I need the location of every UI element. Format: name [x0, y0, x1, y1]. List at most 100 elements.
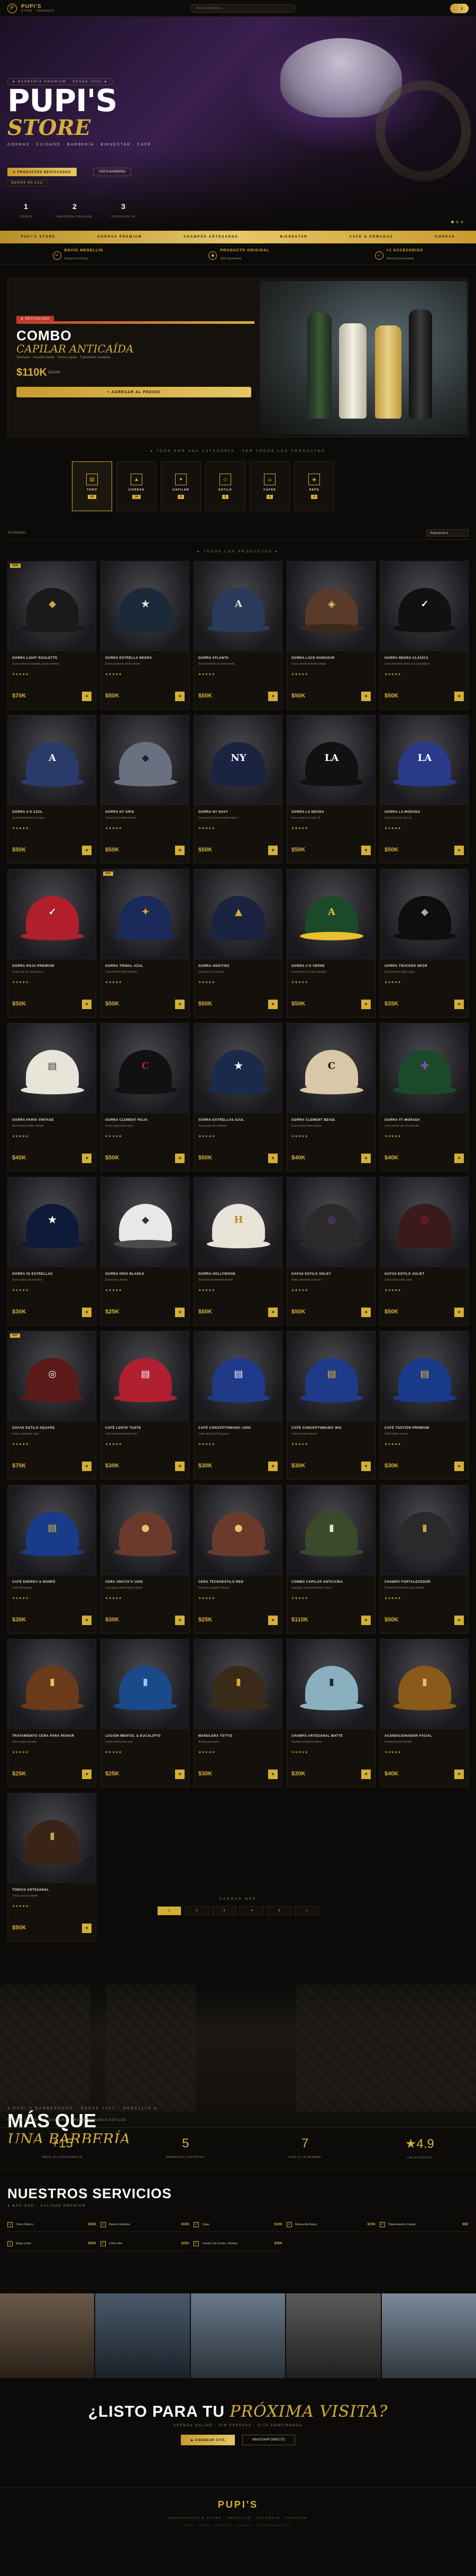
product-card[interactable]: ✓ GORRA ROJA PREMIUM Gorra roja con logo… — [7, 869, 96, 1018]
product-card[interactable]: H GORRA HOLLYWOOD Gorra blanca bordado d… — [194, 1177, 282, 1326]
footer-links[interactable]: Inicio · Tienda · Servicios · Contacto ·… — [0, 2524, 476, 2527]
product-name[interactable]: GORRA A'S AZUL — [12, 811, 43, 814]
carousel-dot[interactable] — [451, 221, 454, 223]
add-to-cart-button[interactable]: + — [361, 1462, 371, 1471]
gallery-image[interactable] — [381, 2293, 476, 2378]
product-name[interactable]: COMBO CAPILAR ANTICAÍDA — [291, 1581, 343, 1584]
product-card[interactable]: C GORRA CLEMENT BEIGE Gorra beige letras… — [287, 1023, 376, 1172]
product-image[interactable]: ▮ — [287, 1485, 375, 1575]
product-card[interactable]: ◎ HOT GAFAS ESTILO SQUARE Gafas cuadrada… — [7, 1331, 96, 1480]
add-to-cart-button[interactable]: + — [175, 1000, 185, 1009]
add-to-cart-button[interactable]: + — [82, 1154, 91, 1163]
product-image[interactable]: ◆ — [101, 1177, 189, 1267]
add-to-cart-button[interactable]: + — [454, 1462, 464, 1471]
nav-item[interactable]: CAFÉ & POMADAS — [350, 235, 393, 239]
product-image[interactable]: ◎ — [287, 1177, 375, 1267]
product-image[interactable]: ▤ — [194, 1331, 282, 1421]
product-image[interactable]: ▮ — [380, 1639, 468, 1729]
product-name[interactable]: GORRA ESTRELLA NEGRA — [105, 657, 152, 660]
add-to-cart-button[interactable]: + — [361, 846, 371, 855]
product-image[interactable]: ✚ — [380, 1023, 468, 1113]
add-to-cart-button[interactable]: + — [175, 1154, 185, 1163]
page-next-button[interactable]: » — [295, 1906, 319, 1916]
product-image[interactable]: ◎ — [380, 1177, 468, 1267]
add-to-cart-button[interactable]: + — [454, 1616, 464, 1625]
product-card[interactable]: ◈ GORRA LACE HANGOUR Gorra edición limit… — [287, 561, 376, 710]
add-to-cart-button[interactable]: + — [454, 692, 464, 701]
add-to-cart-button[interactable]: + — [454, 1770, 464, 1779]
product-image[interactable]: ★ — [8, 1177, 96, 1267]
product-image[interactable]: ◆ — [380, 869, 468, 959]
product-name[interactable]: ACONDICIONADOR FACIAL — [385, 1735, 432, 1738]
add-to-cart-button[interactable]: + — [82, 1462, 91, 1471]
product-image[interactable]: ▤ — [287, 1331, 375, 1421]
product-card[interactable]: ▤ CAFÉ CONCEPTOMANIC 100G Café especial … — [194, 1331, 282, 1480]
nav-item[interactable]: GORRAS — [435, 235, 455, 239]
product-card[interactable]: ◆ GORRA NY GRIS Gorra gris bordado front… — [100, 715, 189, 864]
product-card[interactable]: ▮ LOCIÓN MENTOL & EUCALIPTO Loción refre… — [100, 1639, 189, 1788]
product-card[interactable]: ▤ CAFÉ ENERGY & MANPE Café energizante ★… — [7, 1485, 96, 1634]
product-image[interactable]: ◎ — [8, 1331, 96, 1421]
product-card[interactable]: ▮ COMBO CAPILAR ANTICAÍDA Shampoo, acond… — [287, 1485, 376, 1634]
add-to-cart-button[interactable]: + — [268, 1462, 278, 1471]
product-image[interactable]: ▮ — [101, 1639, 189, 1729]
add-to-cart-button[interactable]: + — [175, 692, 185, 701]
add-to-cart-button[interactable]: + — [175, 1770, 185, 1779]
product-card[interactable]: ★ GORRA 50 ESTRELLAS Gorra negra con est… — [7, 1177, 96, 1326]
product-name[interactable]: CERA TECNOESTILO RED — [198, 1581, 243, 1584]
add-to-cart-button[interactable]: + — [82, 1924, 91, 1933]
product-card[interactable]: A GORRA ATLANTA Gorra bordada con logo f… — [194, 561, 282, 710]
add-to-cart-button[interactable]: + — [82, 1000, 91, 1009]
brand-logo[interactable]: P — [7, 3, 17, 13]
product-card[interactable]: A GORRA A'S AZUL Gorra béisbol azul con … — [7, 715, 96, 864]
gallery-image[interactable] — [286, 2293, 381, 2378]
product-card[interactable]: NY GORRA NY NAVY Gorra azul oscuro borda… — [194, 715, 282, 864]
whatsapp-button[interactable]: WHATSAPP DIRECTO — [242, 2435, 295, 2445]
brand-name[interactable]: PUPI'S STORE · BARBERÍA — [21, 3, 54, 14]
page-button[interactable]: 1 — [157, 1906, 181, 1916]
product-name[interactable]: GORRA LA NEGRA — [291, 811, 324, 814]
add-to-cart-button[interactable]: + — [268, 692, 278, 701]
visit-barber-button[interactable]: VISITA BARBERÍA — [93, 168, 132, 176]
product-name[interactable]: GORRA ROJA PREMIUM — [12, 965, 54, 968]
book-appointment-button[interactable]: ◆ AGENDAR CITA — [181, 2435, 235, 2445]
product-image[interactable]: C — [101, 1023, 189, 1113]
product-image[interactable]: LA — [287, 715, 375, 805]
product-name[interactable]: GORRA NEGRA CLÁSICA — [385, 657, 428, 660]
product-name[interactable]: LOCIÓN MENTOL & EUCALIPTO — [105, 1735, 161, 1738]
product-name[interactable]: GORRA NY NAVY — [198, 811, 228, 814]
add-to-cart-button[interactable]: + — [361, 1308, 371, 1317]
category-estilo[interactable]: ◇ ESTILO 5 — [205, 461, 245, 511]
product-card[interactable]: LA GORRA LA NEGRA Gorra negra con logo L… — [287, 715, 376, 864]
product-card[interactable]: ▤ CAFÉ CONCEPTOMANIC MIX Café mezcla esp… — [287, 1331, 376, 1480]
product-name[interactable]: CERA ARKTIX'S 100G — [105, 1581, 143, 1584]
product-name[interactable]: GORRA LACE HANGOUR — [291, 657, 335, 660]
product-name[interactable]: CAFÉ CONCEPTOMANIC MIX — [291, 1427, 342, 1430]
service-item[interactable]: ✂ Mascarilla Negra $15K — [287, 2217, 376, 2232]
product-image[interactable]: ▮ — [194, 1639, 282, 1729]
add-to-cart-button[interactable]: + — [268, 846, 278, 855]
gallery-image[interactable] — [0, 2293, 95, 2378]
combo-add-button[interactable]: + AGREGAR AL PEDIDO — [16, 387, 251, 397]
product-card[interactable]: ✓ GORRA NEGRA CLÁSICA Gorra deportiva ne… — [380, 561, 469, 710]
product-image[interactable]: C — [287, 1023, 375, 1113]
product-name[interactable]: GORRA LIGHT ROULETTE — [12, 657, 58, 660]
product-name[interactable]: GORRA LA MORADA — [385, 811, 420, 814]
carousel-dot[interactable] — [461, 221, 463, 223]
product-image[interactable]: ▮ — [8, 1639, 96, 1729]
product-name[interactable]: GORRA HOLLYWOOD — [198, 1273, 235, 1276]
add-to-cart-button[interactable]: + — [361, 1154, 371, 1163]
product-image[interactable]: ▤ — [8, 1485, 96, 1575]
add-to-cart-button[interactable]: + — [454, 846, 464, 855]
product-image[interactable]: ▤ — [380, 1331, 468, 1421]
add-to-cart-button[interactable]: + — [82, 846, 91, 855]
product-card[interactable]: ▤ CAFÉ LENTO TOSTE Café gourmet tostado … — [100, 1331, 189, 1480]
cart-button[interactable]: 🛒 0 — [450, 4, 469, 13]
product-image[interactable]: ◆ — [101, 715, 189, 805]
product-name[interactable]: GORRA 50 ESTRELLAS — [12, 1273, 53, 1276]
featured-products-button[interactable]: ★ PRODUCTOS DESTACADOS — [7, 168, 77, 176]
nav-item[interactable]: GORRAS PREMIUM — [97, 235, 142, 239]
product-image[interactable]: A — [8, 715, 96, 805]
product-name[interactable]: CHAMPÚ ARTESANAL MATTE — [291, 1735, 343, 1738]
nav-item[interactable]: CHAMPÚS ARTESANOS — [184, 235, 238, 239]
